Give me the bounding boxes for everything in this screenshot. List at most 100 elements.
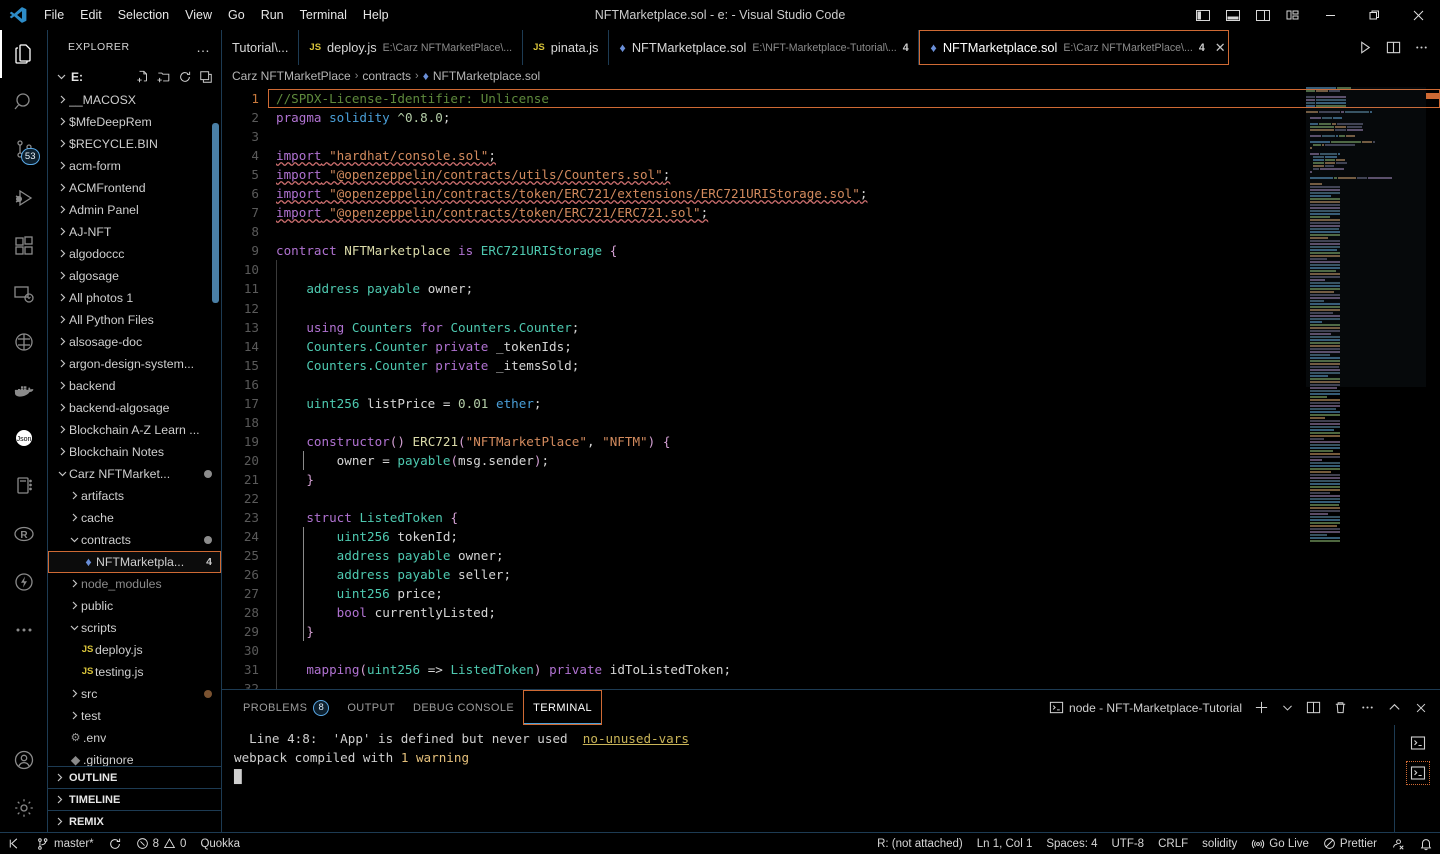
chevron-right-icon[interactable] <box>68 600 81 611</box>
chevron-right-icon[interactable] <box>56 94 69 105</box>
code-line[interactable] <box>268 127 1440 146</box>
code-line[interactable]: import "@openzeppelin/contracts/token/ER… <box>268 184 1440 203</box>
tree-folder-row[interactable]: scripts <box>48 617 221 639</box>
maximize-restore-button[interactable] <box>1352 0 1396 30</box>
minimize-button[interactable] <box>1308 0 1352 30</box>
chevron-right-icon[interactable] <box>56 336 69 347</box>
status-go-live[interactable]: Go Live <box>1244 833 1316 854</box>
tree-file-row[interactable]: ◆ .gitignore <box>48 749 221 767</box>
editor-tab[interactable]: ♦ NFTMarketplace.sol E:\Carz NFTMarketPlac… <box>919 30 1230 65</box>
chevron-right-icon[interactable] <box>56 226 69 237</box>
tree-folder-row[interactable]: All Python Files <box>48 309 221 331</box>
code-line[interactable]: address payable owner; <box>268 279 1440 298</box>
kill-terminal-icon[interactable] <box>1327 694 1354 722</box>
toggle-primary-sidebar-icon[interactable] <box>1188 0 1218 30</box>
terminal-body[interactable]: Line 4:8: 'App' is defined but never use… <box>222 725 1440 832</box>
editor-more-actions-icon[interactable] <box>1408 34 1434 62</box>
code-line[interactable]: } <box>268 470 1440 489</box>
code-line[interactable]: } <box>268 622 1440 641</box>
menu-selection[interactable]: Selection <box>110 4 177 26</box>
panel-more-actions-icon[interactable] <box>1354 694 1381 722</box>
breadcrumb-file[interactable]: NFTMarketplace.sol <box>433 69 540 83</box>
activity-extensions-icon[interactable] <box>0 222 48 270</box>
sidebar-section-timeline[interactable]: TIMELINE <box>48 788 221 810</box>
activity-remote-explorer-icon[interactable] <box>0 270 48 318</box>
terminal-instance-2-icon[interactable] <box>1405 761 1430 785</box>
sidebar-scrollbar[interactable] <box>212 122 219 303</box>
status-prettier[interactable]: Prettier <box>1316 833 1384 854</box>
panel-tab-debug-console[interactable]: DEBUG CONSOLE <box>404 690 523 725</box>
chevron-right-icon[interactable] <box>68 578 81 589</box>
code-line[interactable]: owner = payable(msg.sender); <box>268 451 1440 470</box>
sidebar-more-actions-icon[interactable]: … <box>196 39 215 55</box>
collapse-folders-icon[interactable] <box>199 70 213 84</box>
activity-json-crack-icon[interactable]: Json <box>0 414 48 462</box>
chevron-right-icon[interactable] <box>68 512 81 523</box>
status-r-attached[interactable]: R: (not attached) <box>870 833 970 854</box>
tree-file-row[interactable]: ⚙ .env <box>48 727 221 749</box>
code-line[interactable]: import "hardhat/console.sol"; <box>268 146 1440 165</box>
code-line[interactable]: Counters.Counter private _tokenIds; <box>268 337 1440 356</box>
code-line[interactable] <box>268 222 1440 241</box>
chevron-right-icon[interactable] <box>56 424 69 435</box>
menu-edit[interactable]: Edit <box>72 4 110 26</box>
menu-terminal[interactable]: Terminal <box>292 4 355 26</box>
code-line[interactable] <box>268 299 1440 318</box>
code-line[interactable]: pragma solidity ^0.8.0; <box>268 108 1440 127</box>
tree-folder-row[interactable]: backend-algosage <box>48 397 221 419</box>
status-sync-changes[interactable] <box>101 833 129 854</box>
chevron-right-icon[interactable] <box>56 358 69 369</box>
maximize-panel-icon[interactable] <box>1381 694 1408 722</box>
close-panel-icon[interactable] <box>1408 694 1434 722</box>
breadcrumb[interactable]: Carz NFTMarketPlace › contracts › ♦ NFTM… <box>222 65 1440 87</box>
status-problems[interactable]: 8 0 <box>129 833 194 854</box>
activity-run-debug-icon[interactable] <box>0 174 48 222</box>
tree-folder-row[interactable]: $RECYCLE.BIN <box>48 133 221 155</box>
panel-tab-terminal[interactable]: TERMINAL <box>523 690 602 725</box>
code-content[interactable]: //SPDX-License-Identifier: Unlicense prag… <box>268 87 1440 689</box>
code-line[interactable]: import "@openzeppelin/contracts/utils/Co… <box>268 165 1440 184</box>
tree-folder-row[interactable]: All photos 1 <box>48 287 221 309</box>
code-line[interactable]: //SPDX-License-Identifier: Unlicense <box>268 89 1440 109</box>
activity-explorer-icon[interactable] <box>0 30 48 78</box>
new-file-icon[interactable] <box>136 70 150 84</box>
tree-folder-row[interactable]: alsosage-doc <box>48 331 221 353</box>
terminal-instance-list[interactable] <box>1394 725 1440 832</box>
chevron-down-icon[interactable] <box>56 71 67 82</box>
new-folder-icon[interactable] <box>157 70 171 84</box>
chevron-right-icon[interactable] <box>68 688 81 699</box>
tree-folder-row[interactable]: public <box>48 595 221 617</box>
menu-help[interactable]: Help <box>355 4 397 26</box>
close-window-button[interactable] <box>1396 0 1440 30</box>
code-line[interactable]: struct ListedToken { <box>268 508 1440 527</box>
file-tree[interactable]: __MACOSX $MfeDeepRem $RECYCLE.BIN acm-form A… <box>48 89 221 767</box>
breadcrumb-project[interactable]: Carz NFTMarketPlace <box>232 69 351 83</box>
activity-additional-views-icon[interactable] <box>0 606 48 654</box>
activity-r-language-icon[interactable]: R <box>0 510 48 558</box>
minimap[interactable] <box>1306 87 1426 689</box>
chevron-right-icon[interactable] <box>56 270 69 281</box>
sidebar-section-remix[interactable]: REMIX <box>48 810 221 832</box>
code-line[interactable] <box>268 641 1440 660</box>
code-line[interactable] <box>268 489 1440 508</box>
chevron-right-icon[interactable] <box>56 446 69 457</box>
activity-testing-icon[interactable] <box>0 318 48 366</box>
tree-folder-row[interactable]: AJ-NFT <box>48 221 221 243</box>
editor-tab[interactable]: ♦ NFTMarketplace.sol E:\NFT-Marketplace-Tu… <box>609 30 920 65</box>
tree-folder-row[interactable]: Admin Panel <box>48 199 221 221</box>
code-editor[interactable]: 1 2 3 4 5 6 7 8 9 10 11 12 13 14 15 16 17 18 19 20 21 22 23 24 2… <box>222 87 1440 689</box>
activity-manage-settings-icon[interactable] <box>0 784 48 832</box>
tree-folder-row[interactable]: acm-form <box>48 155 221 177</box>
status-language-mode[interactable]: solidity <box>1195 833 1244 854</box>
chevron-down-icon[interactable] <box>68 534 81 545</box>
tree-folder-row[interactable]: Blockchain Notes <box>48 441 221 463</box>
code-line[interactable]: import "@openzeppelin/contracts/token/ER… <box>268 203 1440 222</box>
split-terminal-icon[interactable] <box>1300 694 1327 722</box>
activity-thunder-client-icon[interactable] <box>0 558 48 606</box>
tree-folder-row[interactable]: artifacts <box>48 485 221 507</box>
new-terminal-button[interactable] <box>1248 694 1275 722</box>
chevron-right-icon[interactable] <box>68 490 81 501</box>
tree-folder-row[interactable]: node_modules <box>48 573 221 595</box>
code-line[interactable]: address payable owner; <box>268 546 1440 565</box>
status-remote-window[interactable] <box>0 833 29 854</box>
